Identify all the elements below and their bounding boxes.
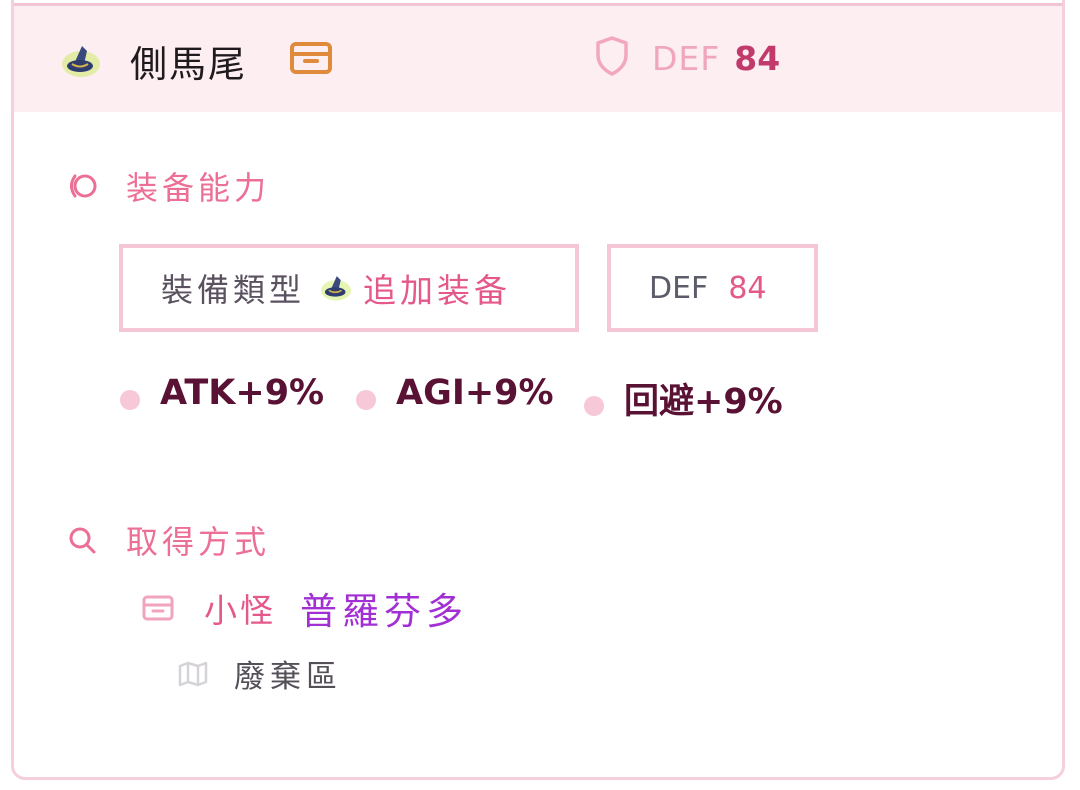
item-header: 側馬尾 DEF 84 (14, 3, 1062, 112)
bullet-dot (356, 390, 376, 410)
def-value: 84 (734, 38, 781, 78)
map-icon (178, 661, 208, 687)
equip-type-tag: 裝備類型 追加装备 (119, 244, 579, 332)
search-icon (66, 525, 100, 555)
abilities-section-title: 装备能力 (66, 163, 270, 209)
def-tag-label: DEF (649, 270, 709, 306)
source-section-title: 取得方式 (66, 517, 270, 563)
def-tag: DEF 84 (607, 244, 818, 332)
bullet-dot (120, 390, 140, 410)
source-entry[interactable]: 小怪 普羅芬多 (142, 581, 468, 635)
def-tag-value: 84 (728, 270, 767, 306)
witch-hat-icon (319, 273, 353, 303)
shield-icon (594, 35, 630, 81)
witch-hat-icon (60, 42, 102, 84)
chest-icon (290, 42, 332, 78)
source-title-text: 取得方式 (126, 523, 271, 561)
stat-text: ATK+9% (160, 373, 325, 413)
stat-text: AGI+9% (396, 373, 554, 413)
item-card: 側馬尾 DEF 84 装备能力 裝備類型 追加装备 DEF 84 ATK+9% … (11, 0, 1065, 780)
item-name: 側馬尾 (130, 43, 247, 86)
stat-item: AGI+9% (356, 373, 554, 413)
equip-type-value: 追加装备 (363, 271, 512, 310)
chest-icon (142, 595, 174, 621)
stat-text: 回避+9% (624, 382, 783, 422)
swirl-icon (66, 171, 100, 201)
equip-type-label: 裝備類型 (161, 271, 306, 309)
stat-item: 回避+9% (584, 373, 783, 424)
map-name: 廢棄區 (234, 659, 342, 695)
def-label: DEF (652, 38, 721, 78)
source-map[interactable]: 廢棄區 (178, 651, 342, 696)
source-type: 小怪 (204, 591, 276, 630)
header-def: DEF 84 (594, 36, 780, 80)
stat-item: ATK+9% (120, 373, 324, 413)
abilities-title-text: 装备能力 (126, 169, 271, 207)
monster-name-link[interactable]: 普羅芬多 (300, 581, 468, 635)
bullet-dot (584, 395, 604, 416)
